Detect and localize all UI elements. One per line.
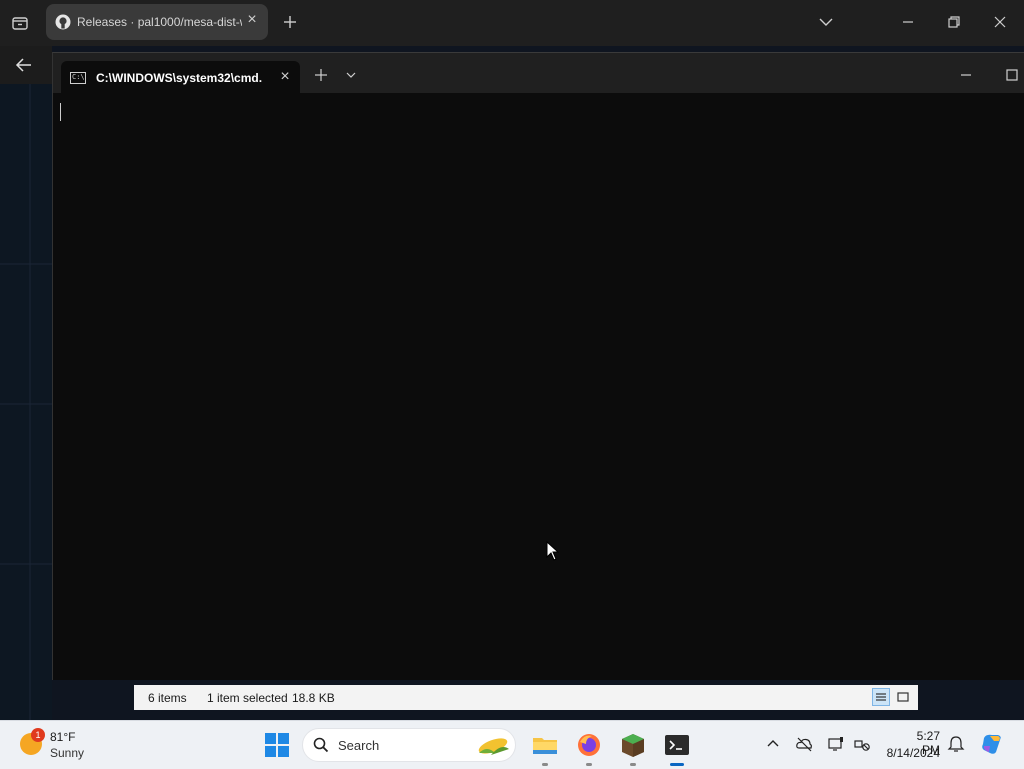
cmd-icon: C:\ bbox=[70, 72, 86, 84]
display-device-icon[interactable] bbox=[827, 735, 845, 753]
browser-tab-strip: Releases · pal1000/mesa-dist-w × bbox=[0, 0, 1024, 46]
weather-condition: Sunny bbox=[50, 746, 85, 760]
copilot-icon[interactable] bbox=[980, 732, 1004, 756]
weather-widget[interactable]: 1 81°F Sunny bbox=[0, 721, 100, 769]
firefox-icon bbox=[578, 734, 600, 756]
cloud-offline-icon[interactable] bbox=[795, 735, 813, 753]
search-placeholder: Search bbox=[338, 738, 380, 753]
mouse-pointer-icon bbox=[546, 541, 560, 561]
plus-icon bbox=[284, 16, 296, 28]
browser-toolbar bbox=[0, 46, 52, 84]
weather-temperature: 81°F bbox=[50, 730, 76, 744]
tab-actions-button[interactable] bbox=[10, 13, 30, 33]
minecraft-icon bbox=[622, 734, 644, 757]
browser-tab-title: Releases · pal1000/mesa-dist-w bbox=[77, 15, 242, 29]
new-terminal-tab-button[interactable] bbox=[313, 67, 329, 83]
terminal-dropdown-button[interactable] bbox=[343, 67, 359, 83]
plus-icon bbox=[315, 69, 327, 81]
terminal-console[interactable] bbox=[53, 93, 1024, 680]
firefox-button[interactable] bbox=[574, 730, 604, 766]
taskbar-search[interactable]: Search bbox=[302, 728, 516, 762]
terminal-taskbar-button[interactable] bbox=[662, 730, 692, 766]
terminal-maximize-button[interactable] bbox=[1002, 65, 1022, 85]
windows-start-icon[interactable] bbox=[265, 733, 289, 757]
tiles-view-icon bbox=[897, 692, 909, 702]
minimize-icon bbox=[961, 74, 971, 76]
notification-badge: 1 bbox=[31, 728, 45, 742]
terminal-window: C:\ C:\WINDOWS\system32\cmd. × bbox=[52, 52, 1024, 680]
corn-highlight-icon bbox=[478, 738, 509, 755]
running-indicator bbox=[586, 763, 592, 766]
maximize-icon bbox=[1006, 69, 1018, 81]
close-icon[interactable]: × bbox=[244, 12, 260, 28]
item-count: 6 items bbox=[148, 691, 187, 705]
terminal-tab-title: C:\WINDOWS\system32\cmd. bbox=[96, 71, 263, 85]
text-cursor bbox=[60, 103, 61, 121]
terminal-tab[interactable]: C:\ C:\WINDOWS\system32\cmd. × bbox=[61, 61, 300, 93]
terminal-icon bbox=[665, 735, 689, 755]
file-explorer-icon bbox=[533, 738, 557, 754]
chevron-down-icon bbox=[346, 72, 356, 78]
details-view-icon bbox=[876, 693, 886, 701]
browser-minimize-button[interactable] bbox=[898, 12, 918, 32]
new-tab-button[interactable] bbox=[280, 12, 300, 32]
chevron-down-icon bbox=[819, 18, 833, 26]
github-icon bbox=[55, 14, 71, 30]
browser-close-button[interactable] bbox=[990, 12, 1010, 32]
details-view-button[interactable] bbox=[872, 688, 890, 706]
running-indicator bbox=[630, 763, 636, 766]
minecraft-button[interactable] bbox=[618, 730, 648, 766]
file-explorer-button[interactable] bbox=[530, 730, 560, 766]
restore-icon bbox=[948, 16, 960, 28]
tab-actions-icon bbox=[12, 17, 28, 30]
selection-status: 1 item selected bbox=[207, 691, 288, 705]
minimize-icon bbox=[903, 21, 913, 23]
clock-date[interactable]: 8/14/2024 bbox=[884, 746, 940, 760]
chevron-up-icon[interactable] bbox=[764, 735, 782, 753]
network-disconnected-icon[interactable] bbox=[853, 735, 871, 753]
notification-bell-icon[interactable] bbox=[947, 735, 965, 753]
tiles-view-button[interactable] bbox=[894, 688, 912, 706]
back-button[interactable] bbox=[14, 55, 34, 75]
search-icon bbox=[313, 737, 329, 753]
close-icon bbox=[994, 16, 1006, 28]
close-icon[interactable]: × bbox=[277, 69, 293, 85]
active-indicator bbox=[670, 763, 684, 766]
terminal-titlebar: C:\ C:\WINDOWS\system32\cmd. × bbox=[53, 53, 1024, 93]
page-grid-pattern bbox=[0, 84, 52, 720]
explorer-status-bar: 6 items 1 item selected 18.8 KB bbox=[134, 685, 918, 710]
browser-page-content bbox=[0, 84, 52, 720]
taskbar: 1 81°F Sunny Search 5:27 PM 8/14/2024 bbox=[0, 720, 1024, 769]
running-indicator bbox=[542, 763, 548, 766]
arrow-left-icon bbox=[15, 58, 31, 72]
selection-size: 18.8 KB bbox=[292, 691, 335, 705]
browser-tab[interactable]: Releases · pal1000/mesa-dist-w × bbox=[46, 4, 268, 40]
tab-list-button[interactable] bbox=[816, 12, 836, 32]
browser-restore-button[interactable] bbox=[944, 12, 964, 32]
terminal-minimize-button[interactable] bbox=[956, 65, 976, 85]
